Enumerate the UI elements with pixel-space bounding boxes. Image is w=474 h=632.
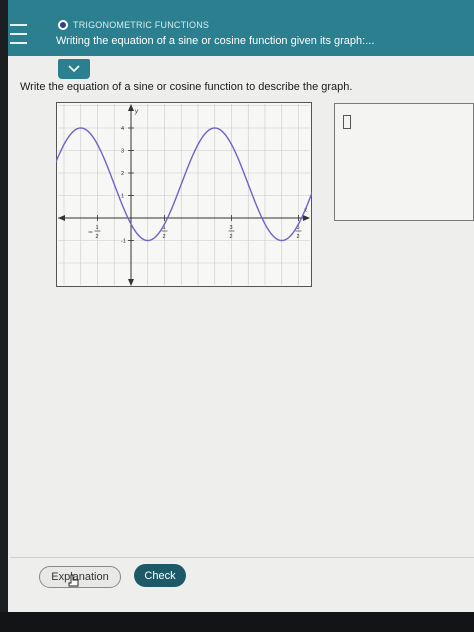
topic-status-icon [58,20,68,30]
x-tick-numerator: 3 [230,225,233,231]
x-tick-denominator: 2 [297,234,300,240]
topic-label: TRIGONOMETRIC FUNCTIONS [73,20,210,30]
x-tick-numerator: 1 [96,225,99,231]
collapse-toggle-button[interactable] [58,59,90,79]
menu-icon[interactable] [10,24,27,44]
x-tick-denominator: 2 [163,234,166,240]
answer-input-area[interactable] [334,103,474,221]
x-tick-denominator: 2 [96,234,99,240]
device-bezel [0,612,474,632]
mouse-pointer-icon [68,574,79,587]
y-tick-label: 4 [121,126,124,132]
app-screen: TRIGONOMETRIC FUNCTIONS Writing the equa… [8,0,474,612]
x-tick-denominator: 2 [230,234,233,240]
page-title: Writing the equation of a sine or cosine… [56,35,375,47]
y-tick-label: 3 [121,149,124,155]
topic-row: TRIGONOMETRIC FUNCTIONS [58,20,209,30]
chevron-down-icon [68,65,80,73]
top-bar: TRIGONOMETRIC FUNCTIONS Writing the equa… [8,0,474,56]
answer-field[interactable] [343,115,351,129]
y-tick-label: 1 [121,194,124,200]
graph-frame [56,102,312,287]
explanation-button[interactable]: Explanation [39,566,121,588]
question-prompt: Write the equation of a sine or cosine f… [20,81,353,93]
y-tick-label: 2 [121,171,124,177]
sine-graph: x y 4321-1 12123252 [56,102,312,287]
y-tick-label: -1 [121,239,126,245]
footer-divider [10,557,474,558]
check-button[interactable]: Check [134,564,186,587]
